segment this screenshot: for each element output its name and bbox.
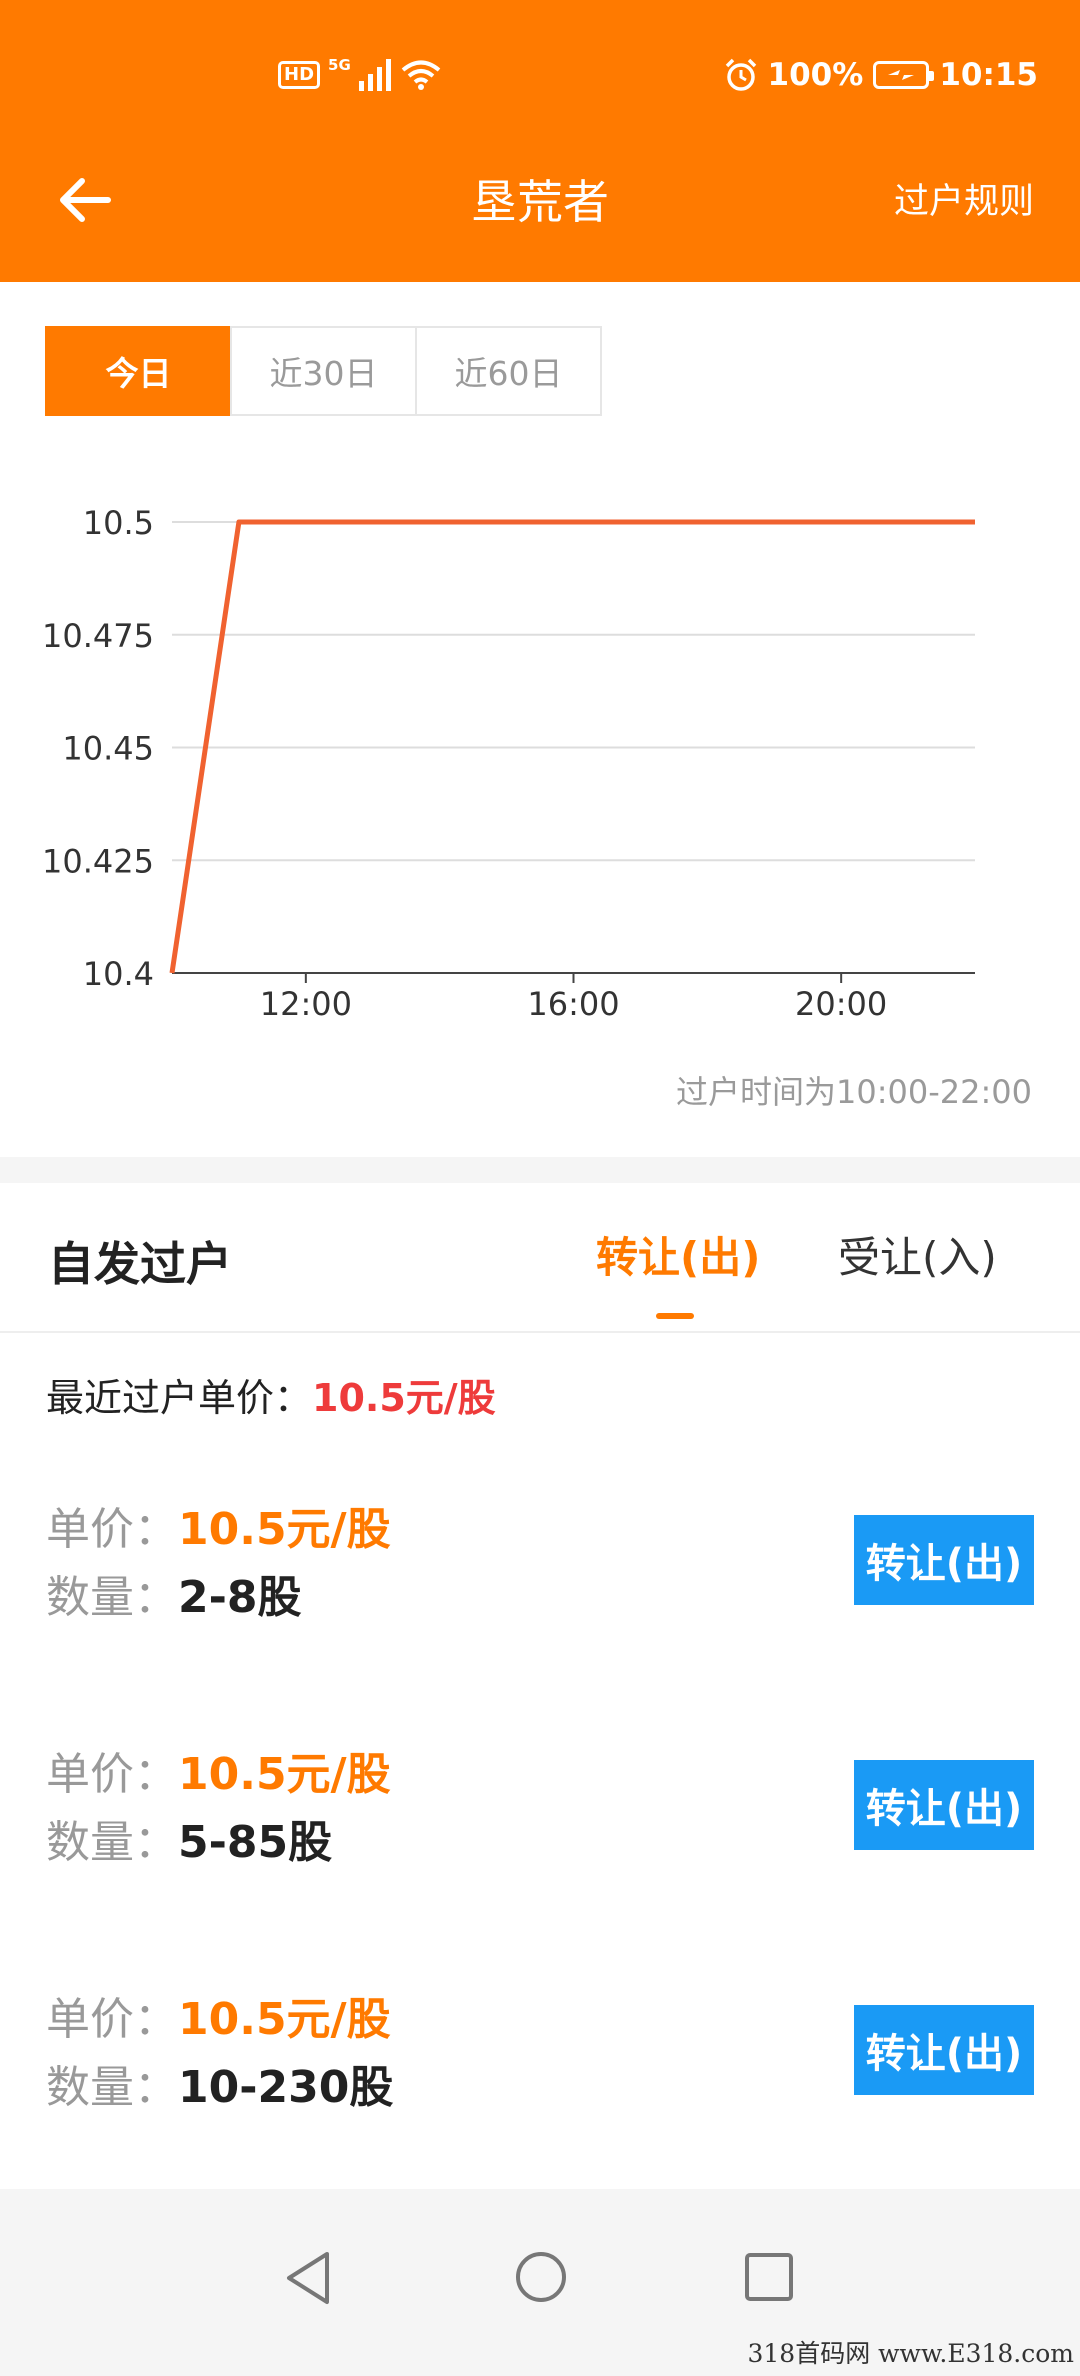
x-tick-label: 12:00 (260, 985, 352, 1023)
clock: 10:15 (939, 57, 1038, 93)
battery-icon (873, 61, 935, 89)
transfer-out-button[interactable]: 转让(出) (854, 1760, 1034, 1850)
price-line: 单价：10.5元/股 (46, 1493, 391, 1557)
network-type: 5G (328, 55, 351, 74)
hd-badge: HD (278, 61, 321, 89)
recent-price-row: 最近过户单价：10.5元/股 (46, 1367, 496, 1422)
price-line: 单价：10.5元/股 (46, 1738, 391, 1802)
qty-label: 数量： (46, 1572, 178, 1623)
system-nav-bar: 318首码网 www.E318.com (0, 2189, 1080, 2376)
price-line: 单价：10.5元/股 (46, 1983, 391, 2047)
status-bar: HD 5G 100% 10:15 (0, 0, 1080, 150)
signal-icon (358, 59, 391, 91)
y-tick-label: 10.4 (83, 955, 154, 993)
x-tick-label: 16:00 (527, 985, 619, 1023)
qty-value: 10-230股 (178, 2062, 394, 2113)
tab-transfer-out[interactable]: 转让(出) (596, 1228, 760, 1288)
qty-line: 数量：10-230股 (46, 2051, 393, 2115)
list-item: 单价：10.5元/股 数量：5-85股 转让(出) (0, 1738, 1080, 1938)
x-tick-label: 20:00 (795, 985, 887, 1023)
tab-60-days[interactable]: 近60日 (415, 326, 602, 416)
y-tick-label: 10.475 (42, 617, 154, 655)
price-value: 10.5元/股 (178, 1749, 391, 1800)
trade-card: 自发过户 转让(出) 受让(入) 最近过户单价：10.5元/股 单价：10.5元… (0, 1183, 1080, 2189)
transfer-out-button[interactable]: 转让(出) (854, 1515, 1034, 1605)
active-tab-indicator (656, 1313, 694, 1319)
qty-line: 数量：2-8股 (46, 1561, 302, 1625)
nav-bar: 垦荒者 过户规则 (0, 150, 1080, 282)
status-right-group: 100% 10:15 (724, 52, 1038, 98)
status-signal-group: HD 5G (278, 52, 441, 98)
tab-today[interactable]: 今日 (45, 326, 232, 416)
transfer-rules-link[interactable]: 过户规则 (894, 175, 1034, 229)
recent-price-value: 10.5元/股 (312, 1376, 496, 1420)
list-item: 单价：10.5元/股 数量：2-8股 转让(出) (0, 1493, 1080, 1693)
divider (0, 1331, 1080, 1333)
section-title: 自发过户 (48, 1237, 232, 1291)
transfer-out-button[interactable]: 转让(出) (854, 2005, 1034, 2095)
price-line-chart: 10.5 10.475 10.45 10.425 10.4 12:00 16:00 20:00 (42, 504, 975, 1023)
list-item: 单价：10.5元/股 数量：10-230股 转让(出) (0, 1983, 1080, 2183)
price-label: 单价： (46, 1504, 178, 1555)
qty-value: 5-85股 (178, 1817, 333, 1868)
alarm-icon (725, 58, 756, 91)
y-tick-label: 10.5 (83, 504, 154, 542)
nav-home-icon[interactable] (514, 2250, 568, 2304)
tab-30-days[interactable]: 近30日 (230, 326, 417, 416)
qty-label: 数量： (46, 2062, 178, 2113)
price-label: 单价： (46, 1994, 178, 2045)
price-chart-card: 今日 近30日 近60日 10.5 10.475 10.45 10.425 10.4 12… (0, 282, 1080, 1157)
watermark: 318首码网 www.E318.com (747, 2339, 1074, 2368)
price-value: 10.5元/股 (178, 1994, 391, 2045)
wifi-icon (401, 60, 441, 90)
battery-percent: 100% (767, 57, 864, 93)
qty-value: 2-8股 (178, 1572, 302, 1623)
price-value: 10.5元/股 (178, 1504, 391, 1555)
transfer-time-note: 过户时间为10:00-22:00 (676, 1073, 1032, 1111)
y-tick-label: 10.425 (42, 842, 154, 880)
qty-label: 数量： (46, 1817, 178, 1868)
nav-recents-icon[interactable] (744, 2252, 794, 2302)
period-tabs: 今日 近30日 近60日 (45, 326, 602, 416)
price-label: 单价： (46, 1749, 178, 1800)
qty-line: 数量：5-85股 (46, 1806, 332, 1870)
tab-transfer-in[interactable]: 受让(入) (838, 1228, 997, 1288)
y-tick-label: 10.45 (62, 730, 154, 768)
nav-back-icon[interactable] (283, 2250, 333, 2306)
app-header: HD 5G 100% 10:15 垦荒者 过户规则 (0, 0, 1080, 282)
recent-price-label: 最近过户单价： (46, 1376, 313, 1420)
